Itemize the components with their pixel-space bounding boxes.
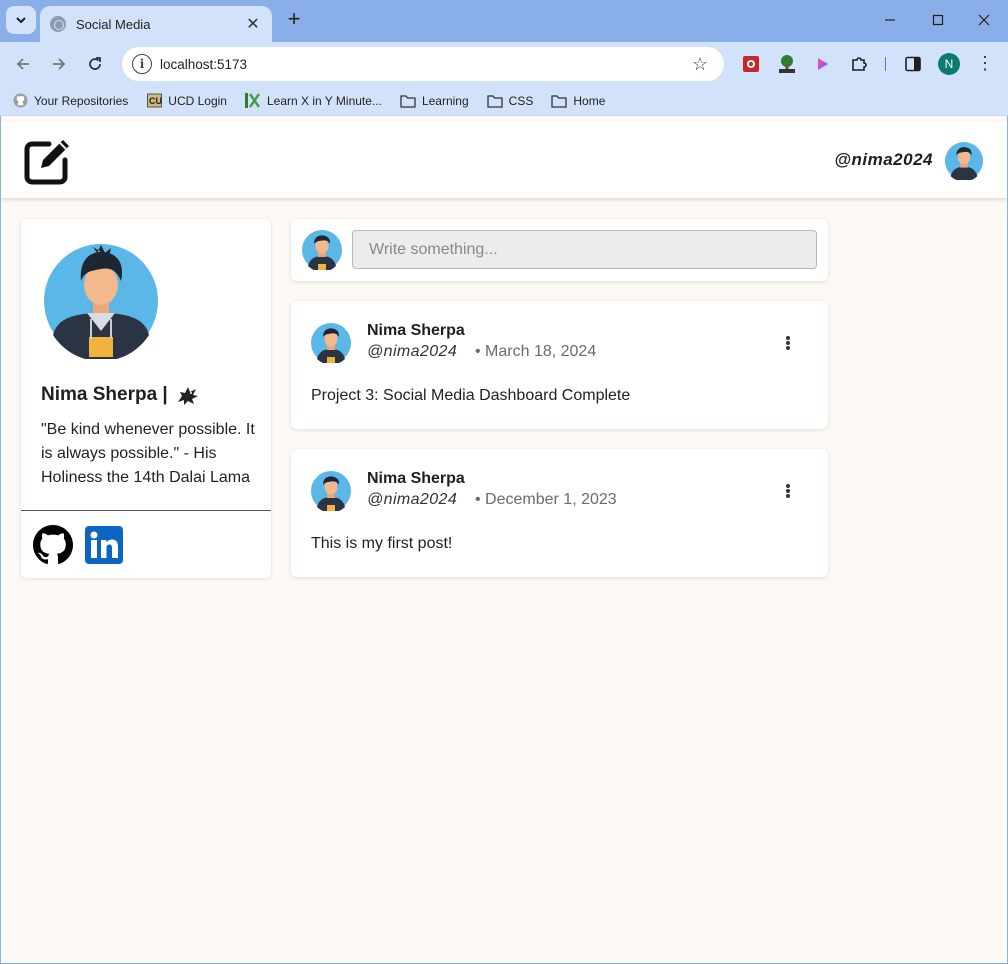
window-border (0, 116, 1, 964)
dragon-icon (176, 384, 200, 406)
globe-icon (50, 16, 66, 32)
post-card: Nima Sherpa @nima2024 • December 1, 2023… (291, 449, 828, 577)
arrow-left-icon (16, 58, 29, 70)
toolbar-divider (885, 57, 886, 71)
bookmarks-bar: Your Repositories CU UCD Login Learn X i… (0, 86, 1008, 116)
chevron-down-icon (16, 17, 26, 24)
edit-square-icon[interactable] (23, 136, 73, 186)
maximize-button[interactable] (924, 8, 952, 32)
profile-name: Nima Sherpa | (41, 384, 200, 406)
bookmark-label: Learning (421, 93, 469, 108)
tab-search-button[interactable] (6, 6, 36, 34)
avatar[interactable] (311, 471, 351, 513)
folder-icon (400, 93, 416, 109)
more-options-icon[interactable] (780, 333, 796, 353)
tab-title: Social Media (76, 16, 151, 32)
learnx-icon (245, 93, 261, 109)
more-options-icon[interactable] (780, 481, 796, 501)
reload-button[interactable] (81, 50, 109, 78)
browser-titlebar: Social Media ✕ + (0, 0, 1008, 42)
bookmark-ucd-login[interactable]: CU UCD Login (146, 93, 227, 109)
forward-button[interactable] (45, 50, 73, 78)
side-panel-icon[interactable] (903, 54, 923, 74)
browser-menu-icon[interactable]: ⋮ (976, 53, 994, 75)
extension-html-icon[interactable] (777, 54, 797, 74)
address-bar[interactable]: i localhost:5173 ☆ (122, 47, 724, 81)
post-input[interactable] (352, 230, 817, 269)
back-button[interactable] (9, 50, 37, 78)
maximize-icon (932, 14, 944, 26)
browser-profile-avatar[interactable]: N (938, 53, 960, 75)
new-tab-button[interactable]: + (282, 8, 306, 32)
browser-tab[interactable]: Social Media ✕ (40, 6, 272, 42)
post-body: This is my first post! (311, 535, 453, 552)
bookmark-folder-css[interactable]: CSS (487, 93, 534, 109)
extension-1-icon[interactable] (741, 54, 761, 74)
browser-toolbar: i localhost:5173 ☆ N ⋮ (0, 42, 1008, 86)
avatar[interactable] (945, 142, 983, 182)
post-author[interactable]: Nima Sherpa (367, 470, 465, 488)
bookmark-label: CSS (508, 93, 534, 108)
github-icon (33, 525, 73, 565)
close-window-button[interactable] (970, 8, 998, 32)
post-date: • March 18, 2024 (475, 343, 597, 360)
svg-text:CU: CU (149, 96, 162, 106)
header-username[interactable]: @nima2024 (834, 150, 933, 170)
ucd-icon: CU (146, 93, 162, 109)
avatar[interactable] (311, 323, 351, 365)
post-card: Nima Sherpa @nima2024 • March 18, 2024 P… (291, 301, 828, 429)
post-author[interactable]: Nima Sherpa (367, 322, 465, 340)
extensions-puzzle-icon[interactable] (849, 54, 869, 74)
post-handle[interactable]: @nima2024 (367, 343, 457, 361)
github-icon (12, 93, 28, 109)
bookmark-folder-home[interactable]: Home (551, 93, 605, 109)
bookmark-label: Home (573, 93, 606, 108)
profile-name-text: Nima Sherpa | (41, 384, 168, 405)
close-icon (978, 14, 990, 26)
extension-gradient-icon[interactable] (813, 54, 833, 74)
github-link[interactable] (33, 525, 73, 565)
post-composer (291, 219, 828, 281)
linkedin-link[interactable] (85, 526, 123, 564)
bookmark-star-icon[interactable]: ☆ (688, 54, 712, 75)
reload-icon (89, 57, 101, 70)
bookmark-your-repositories[interactable]: Your Repositories (12, 93, 128, 109)
close-tab-icon[interactable]: ✕ (244, 14, 262, 34)
url-text[interactable]: localhost:5173 (160, 57, 688, 72)
profile-card: Nima Sherpa | "Be kind whenever possible… (21, 219, 271, 578)
folder-icon (487, 93, 503, 109)
minimize-button[interactable] (876, 8, 904, 32)
bookmark-label: Your Repositories (34, 93, 129, 108)
post-date: • December 1, 2023 (475, 491, 617, 508)
avatar (302, 230, 342, 272)
profile-quote: "Be kind whenever possible. It is always… (41, 421, 255, 486)
post-handle[interactable]: @nima2024 (367, 491, 457, 509)
bookmark-learn-x[interactable]: Learn X in Y Minute... (245, 93, 382, 109)
bookmark-label: Learn X in Y Minute... (266, 93, 382, 108)
bookmark-folder-learning[interactable]: Learning (400, 93, 469, 109)
app-header: @nima2024 (1, 122, 1007, 198)
arrow-right-icon (53, 58, 66, 70)
profile-avatar (43, 239, 159, 362)
divider (21, 510, 271, 511)
post-body: Project 3: Social Media Dashboard Comple… (311, 387, 631, 404)
bookmark-label: UCD Login (168, 93, 227, 108)
minimize-icon (885, 19, 895, 21)
folder-icon (551, 93, 568, 109)
site-info-icon[interactable]: i (132, 54, 152, 74)
linkedin-icon (85, 526, 123, 564)
